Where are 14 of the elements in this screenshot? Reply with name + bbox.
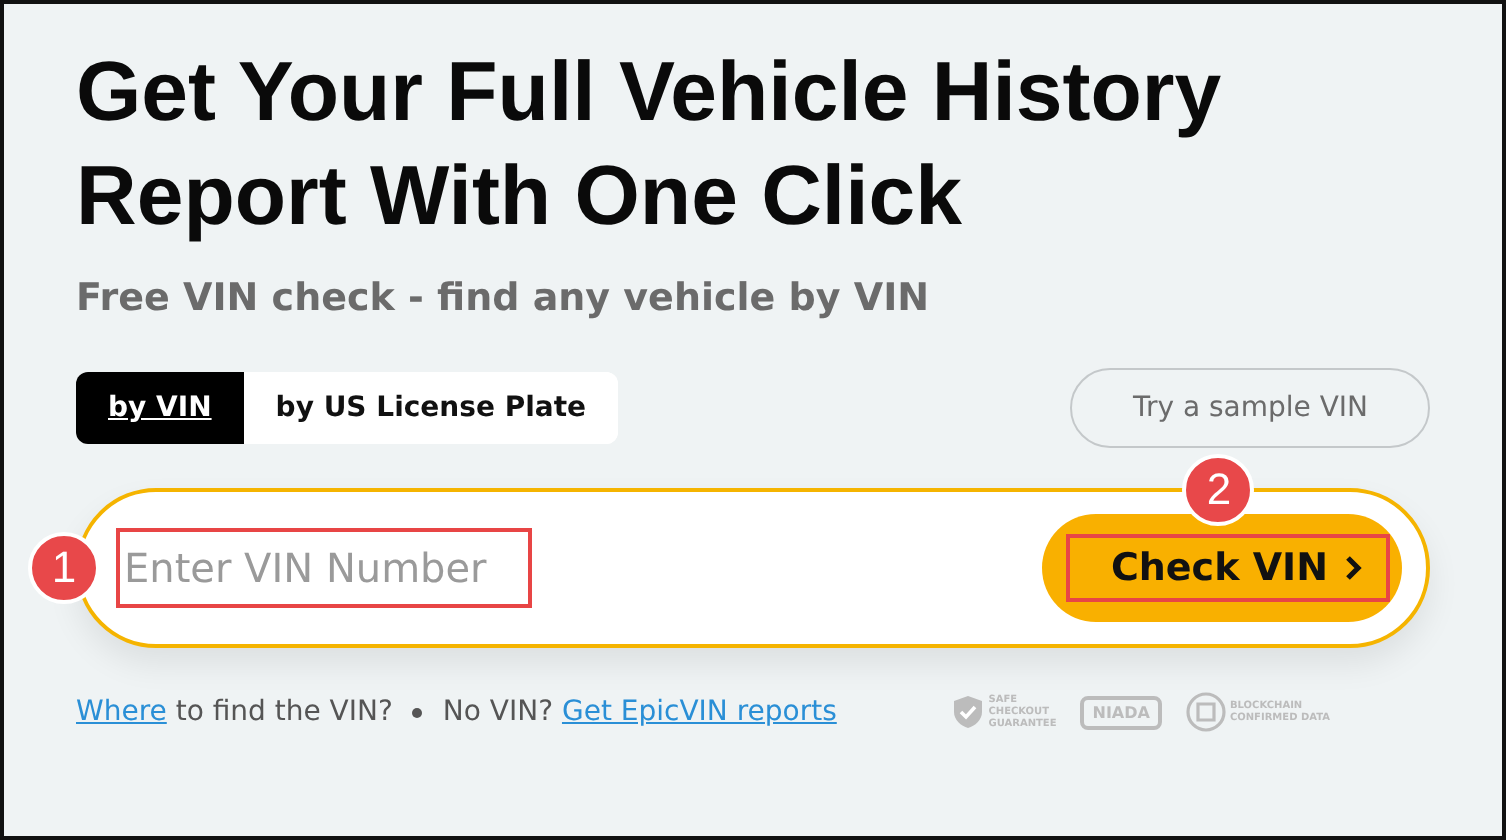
check-vin-button[interactable]: Check VIN — [1042, 514, 1402, 622]
no-vin-text: No VIN? Get EpicVIN reports — [442, 696, 837, 728]
step-marker: 1 — [28, 532, 100, 604]
niada-badge: NIADA — [1080, 695, 1162, 729]
shield-check-icon — [952, 694, 985, 730]
bullet-dot — [412, 707, 423, 717]
vin-location-text: Where to find the VIN? — [76, 696, 393, 728]
step-marker: 2 — [1182, 454, 1255, 526]
page-heading: Get Your Full Vehicle History Report With One Click — [76, 42, 1224, 246]
blockchain-seal-icon — [1185, 692, 1226, 732]
search-mode-tab[interactable]: by VIN — [76, 372, 244, 444]
page-subheading: Free VIN check - find any vehicle by VIN — [76, 276, 932, 320]
sample-vin-button[interactable]: Try a sample VIN — [1070, 368, 1430, 448]
chevron-right-icon — [1344, 554, 1362, 582]
